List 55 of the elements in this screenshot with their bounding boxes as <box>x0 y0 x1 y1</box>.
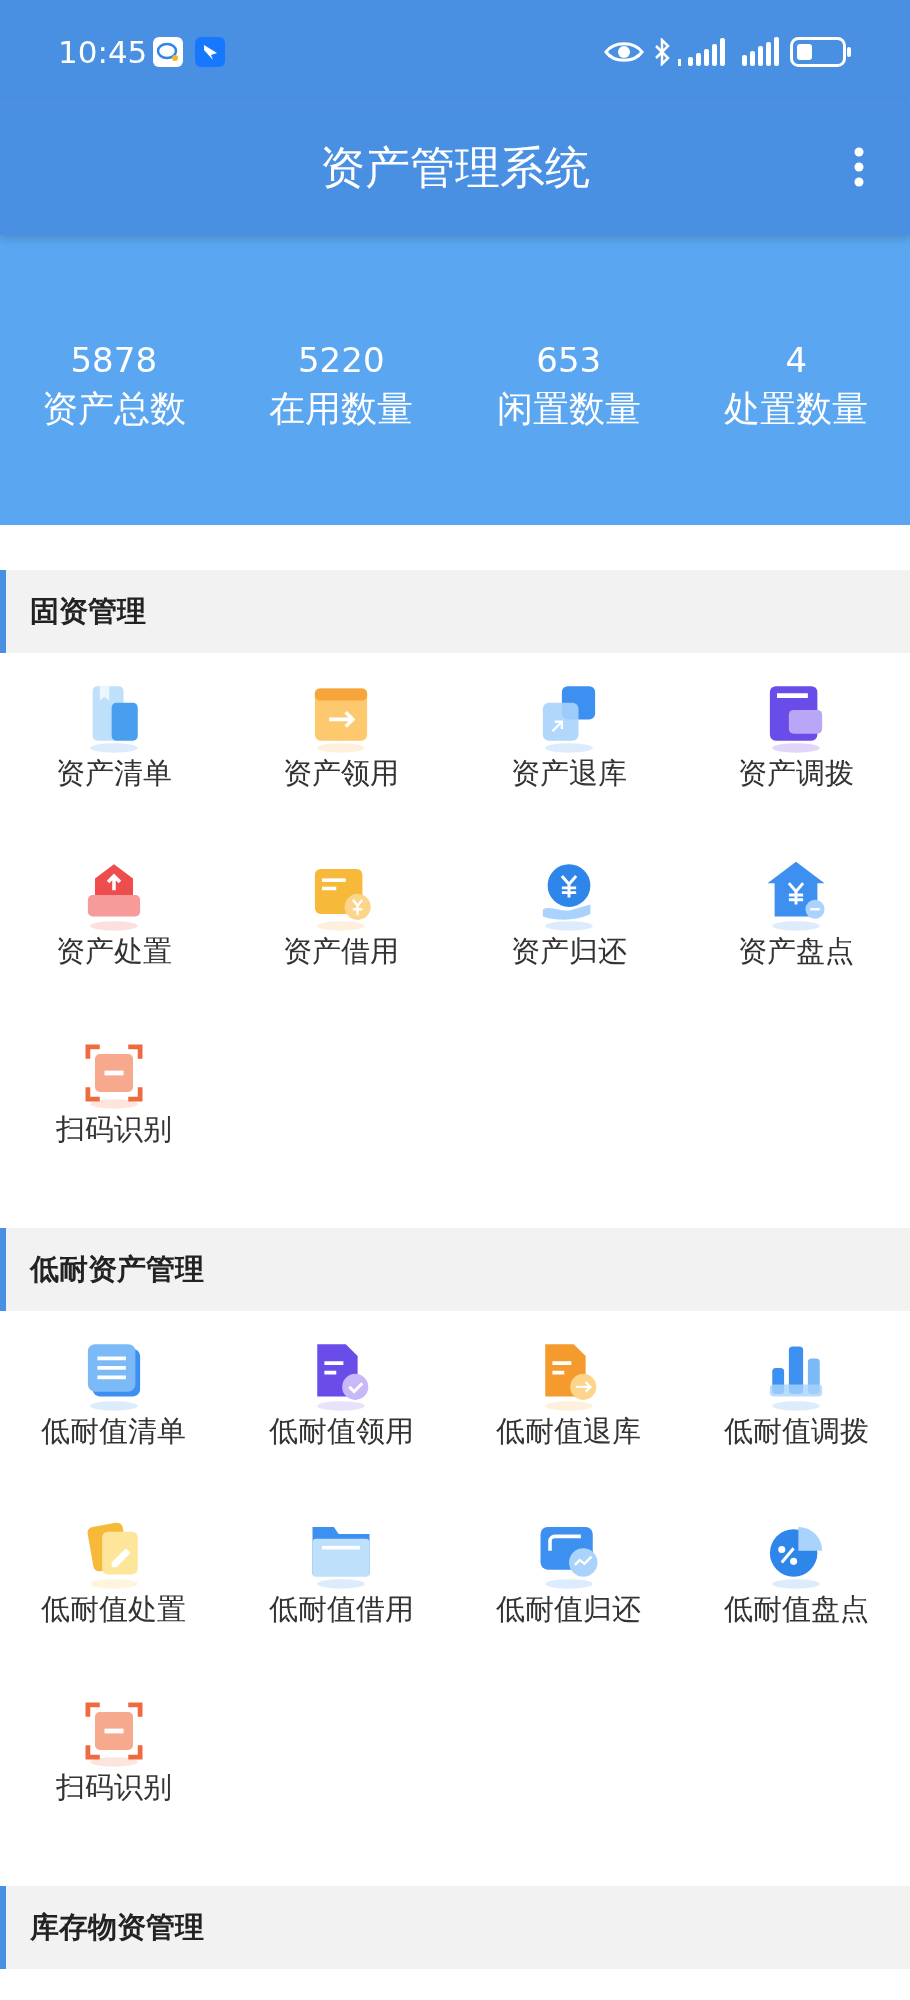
menu-tile[interactable]: 资产盘点 <box>682 831 910 1009</box>
tile-label: 资产调拨 <box>738 755 855 791</box>
bluetooth-icon <box>654 38 670 66</box>
tile-label: 资产退库 <box>510 755 627 791</box>
battery-icon <box>790 37 852 67</box>
menu-tile[interactable]: 资产处置 <box>0 831 228 1009</box>
tile-label: 资产借用 <box>283 933 400 969</box>
menu-tile[interactable]: 低耐值盘点 <box>682 1489 910 1667</box>
menu-tile[interactable]: 低耐值退库 <box>455 1311 683 1489</box>
menu-tile[interactable]: 资产退库 <box>455 653 683 831</box>
stat-value: 653 <box>536 339 602 382</box>
tile-label: 低耐值归还 <box>496 1591 642 1627</box>
tile-label: 低耐值领用 <box>268 1413 414 1449</box>
stat-label: 资产总数 <box>41 387 186 431</box>
tile-label: 低耐值清单 <box>41 1413 187 1449</box>
tile-label: 低耐值借用 <box>268 1591 414 1627</box>
tile-label: 资产归还 <box>510 933 627 969</box>
menu-tile[interactable]: 低耐值借用 <box>227 1489 455 1667</box>
stat-label: 闲置数量 <box>496 387 641 431</box>
eye-icon <box>604 39 644 65</box>
menu-tile[interactable]: 低耐值清单 <box>0 1311 228 1489</box>
tile-label: 资产清单 <box>55 755 172 791</box>
stat-label: 在用数量 <box>269 387 414 431</box>
menu-tile[interactable]: 资产借用 <box>227 831 455 1009</box>
tile-label: 低耐值处置 <box>41 1591 187 1627</box>
menu-tile[interactable]: 扫码识别 <box>0 1009 228 1187</box>
stat-label: 处置数量 <box>724 387 869 431</box>
menu-tile[interactable]: 资产归还 <box>455 831 683 1009</box>
menu-tile[interactable]: 低耐值调拨 <box>682 1311 910 1489</box>
menu-tile[interactable]: 资产领用 <box>227 653 455 831</box>
stat-value: 4 <box>785 339 808 382</box>
stat-value: 5220 <box>298 339 385 382</box>
status-time: 10:45 <box>58 36 148 68</box>
tile-label: 资产盘点 <box>738 933 855 969</box>
signal-icon <box>742 37 780 67</box>
tile-label: 扫码识别 <box>55 1111 172 1147</box>
section-title: 库存物资管理 <box>30 1908 204 1946</box>
menu-tile[interactable]: 扫码识别 <box>0 1667 228 1845</box>
chat-app-icon <box>153 37 184 67</box>
section-title: 低耐资产管理 <box>30 1250 204 1288</box>
tile-label: 低耐值调拨 <box>723 1413 869 1449</box>
more-icon <box>854 147 864 187</box>
tile-label: 资产领用 <box>283 755 400 791</box>
section-title: 固资管理 <box>30 592 146 630</box>
menu-tile[interactable]: 低耐值处置 <box>0 1489 228 1667</box>
tile-label: 资产处置 <box>55 933 172 969</box>
menu-tile[interactable]: 低耐值归还 <box>455 1489 683 1667</box>
menu-tile[interactable]: 资产调拨 <box>682 653 910 831</box>
stat-value: 5878 <box>70 339 157 382</box>
page-title: 资产管理系统 <box>320 139 590 196</box>
menu-tile[interactable]: 低耐值领用 <box>227 1311 455 1489</box>
tile-label: 扫码识别 <box>55 1769 172 1805</box>
tile-label: 低耐值退库 <box>496 1413 642 1449</box>
tile-label: 低耐值盘点 <box>723 1591 869 1627</box>
menu-tile[interactable]: 资产清单 <box>0 653 228 831</box>
